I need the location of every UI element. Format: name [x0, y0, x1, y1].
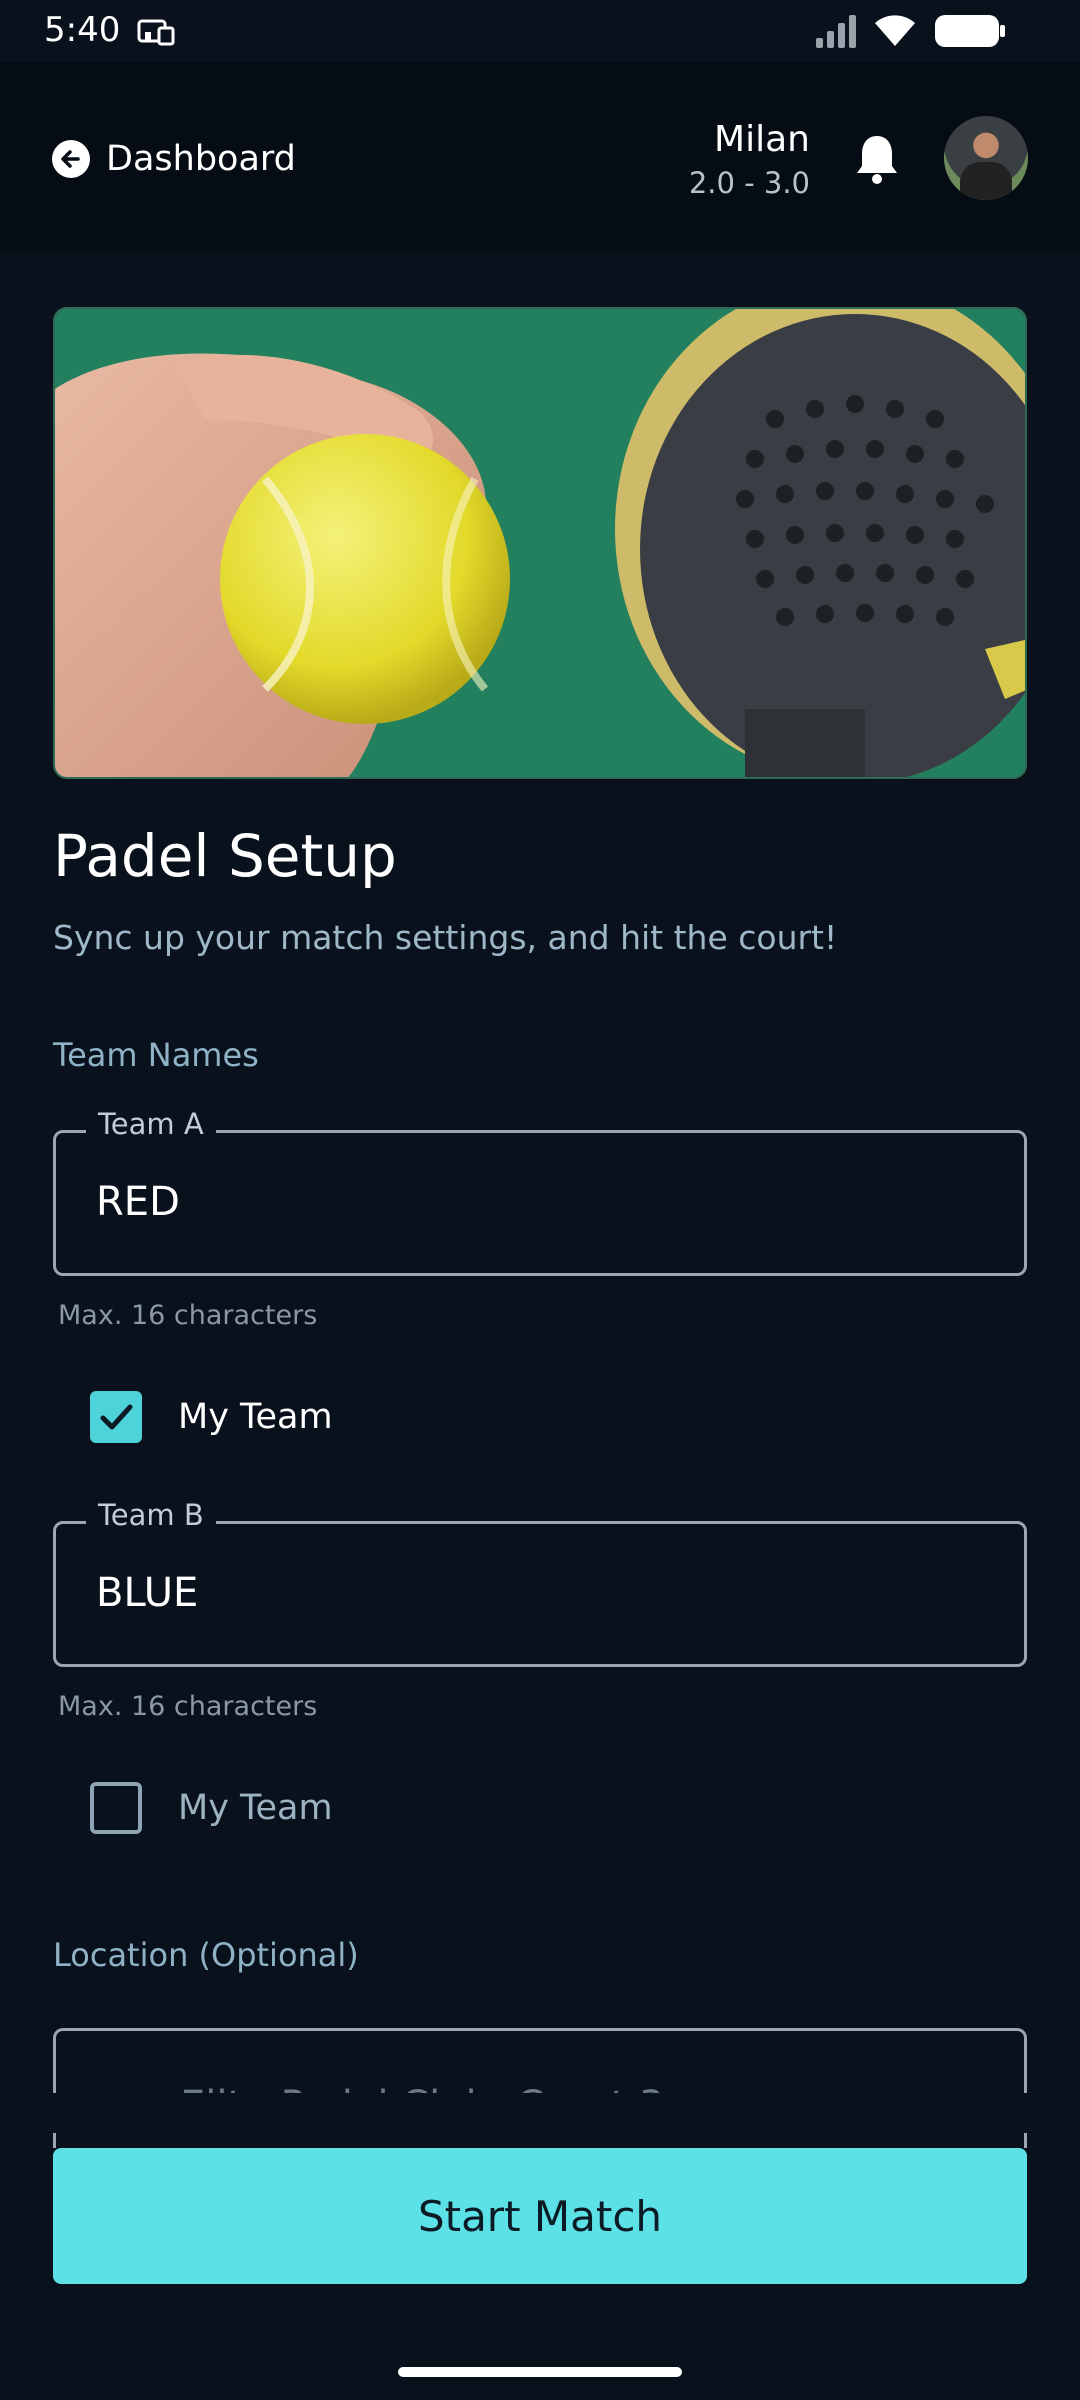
- cast-icon: [137, 19, 175, 46]
- back-label: Dashboard: [106, 139, 296, 179]
- team-b-my-team-label: My Team: [178, 1788, 333, 1828]
- team-b-my-team-checkbox[interactable]: [90, 1782, 142, 1834]
- team-a-my-team-label: My Team: [178, 1397, 333, 1437]
- checkmark-icon: [100, 1404, 133, 1430]
- home-indicator[interactable]: [398, 2367, 682, 2377]
- team-a-input[interactable]: RED: [96, 1179, 180, 1225]
- avatar-figure: [960, 162, 1012, 200]
- back-to-dashboard-button[interactable]: Dashboard: [52, 134, 296, 184]
- wifi-icon: [875, 15, 915, 46]
- user-info: Milan 2.0 - 3.0: [689, 116, 810, 202]
- hero-image: [53, 307, 1027, 779]
- padel-ball-racket-illustration: [55, 309, 1025, 777]
- avatar[interactable]: [944, 116, 1028, 200]
- team-a-field[interactable]: Team A RED: [53, 1107, 1027, 1276]
- location-label: Location (Optional): [53, 1936, 359, 1974]
- status-time: 5:40: [44, 10, 121, 50]
- notification-bell-icon[interactable]: [853, 132, 901, 186]
- padel-setup-screen: 5:40 Dashboard Milan 2.0 - 3.0 Padel Set…: [0, 0, 1080, 2400]
- page-title: Padel Setup: [53, 822, 397, 890]
- status-bar: 5:40: [0, 0, 1080, 62]
- team-b-field[interactable]: Team B BLUE: [53, 1498, 1027, 1667]
- app-header: Dashboard Milan 2.0 - 3.0: [0, 62, 1080, 252]
- team-b-helper: Max. 16 characters: [58, 1691, 318, 1722]
- user-name: Milan: [714, 119, 810, 160]
- team-names-label: Team Names: [53, 1036, 259, 1074]
- page-subtitle: Sync up your match settings, and hit the…: [53, 918, 838, 957]
- arrow-left-icon: [52, 140, 90, 178]
- team-a-my-team-row[interactable]: My Team: [90, 1389, 333, 1445]
- start-match-button[interactable]: Start Match: [53, 2148, 1027, 2284]
- user-rating: 2.0 - 3.0: [688, 166, 810, 200]
- team-a-helper: Max. 16 characters: [58, 1300, 318, 1331]
- team-a-my-team-checkbox[interactable]: [90, 1391, 142, 1443]
- signal-icon: [816, 15, 856, 48]
- team-b-input[interactable]: BLUE: [96, 1570, 198, 1616]
- team-b-label: Team B: [86, 1498, 216, 1532]
- scroll-cutoff: [0, 2093, 1080, 2133]
- team-b-my-team-row[interactable]: My Team: [90, 1780, 333, 1836]
- team-a-label: Team A: [86, 1107, 216, 1141]
- battery-icon: [935, 15, 1005, 47]
